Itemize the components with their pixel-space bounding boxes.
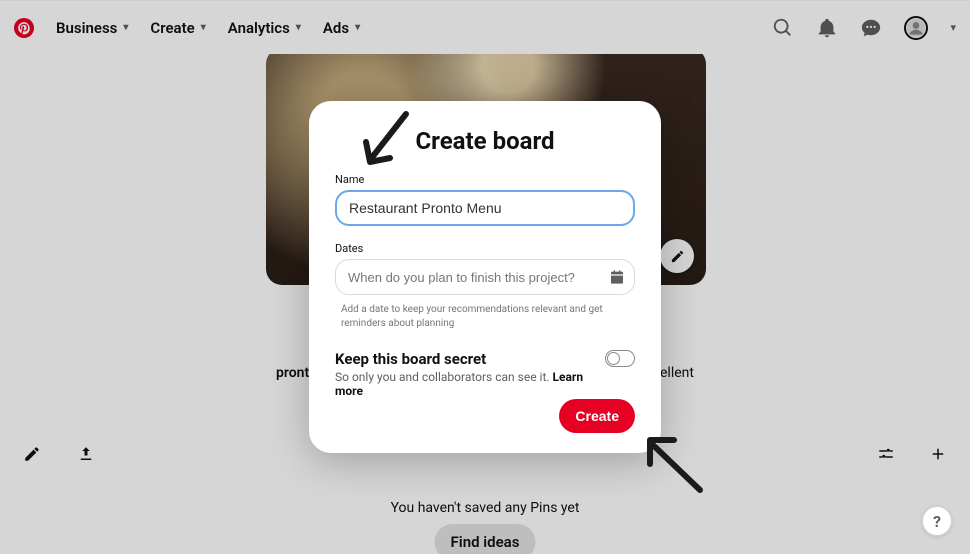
secret-toggle-subtitle: So only you and collaborators can see it… <box>335 370 591 398</box>
modal-title: Create board <box>335 127 635 155</box>
board-name-input[interactable] <box>335 190 635 226</box>
create-button[interactable]: Create <box>559 399 635 433</box>
dates-hint: Add a date to keep your recommendations … <box>341 303 631 330</box>
calendar-icon[interactable] <box>609 269 625 285</box>
secret-toggle-title: Keep this board secret <box>335 350 591 368</box>
create-board-modal: Create board Name Dates Add a date to ke… <box>309 101 661 453</box>
name-label: Name <box>335 173 635 186</box>
help-button[interactable]: ? <box>922 506 952 536</box>
secret-toggle[interactable] <box>605 350 635 367</box>
top-header: Business▾ Create▾ Analytics▾ Ads▾ ▾ <box>0 0 970 54</box>
dates-label: Dates <box>335 242 635 255</box>
dates-input[interactable] <box>335 259 635 295</box>
